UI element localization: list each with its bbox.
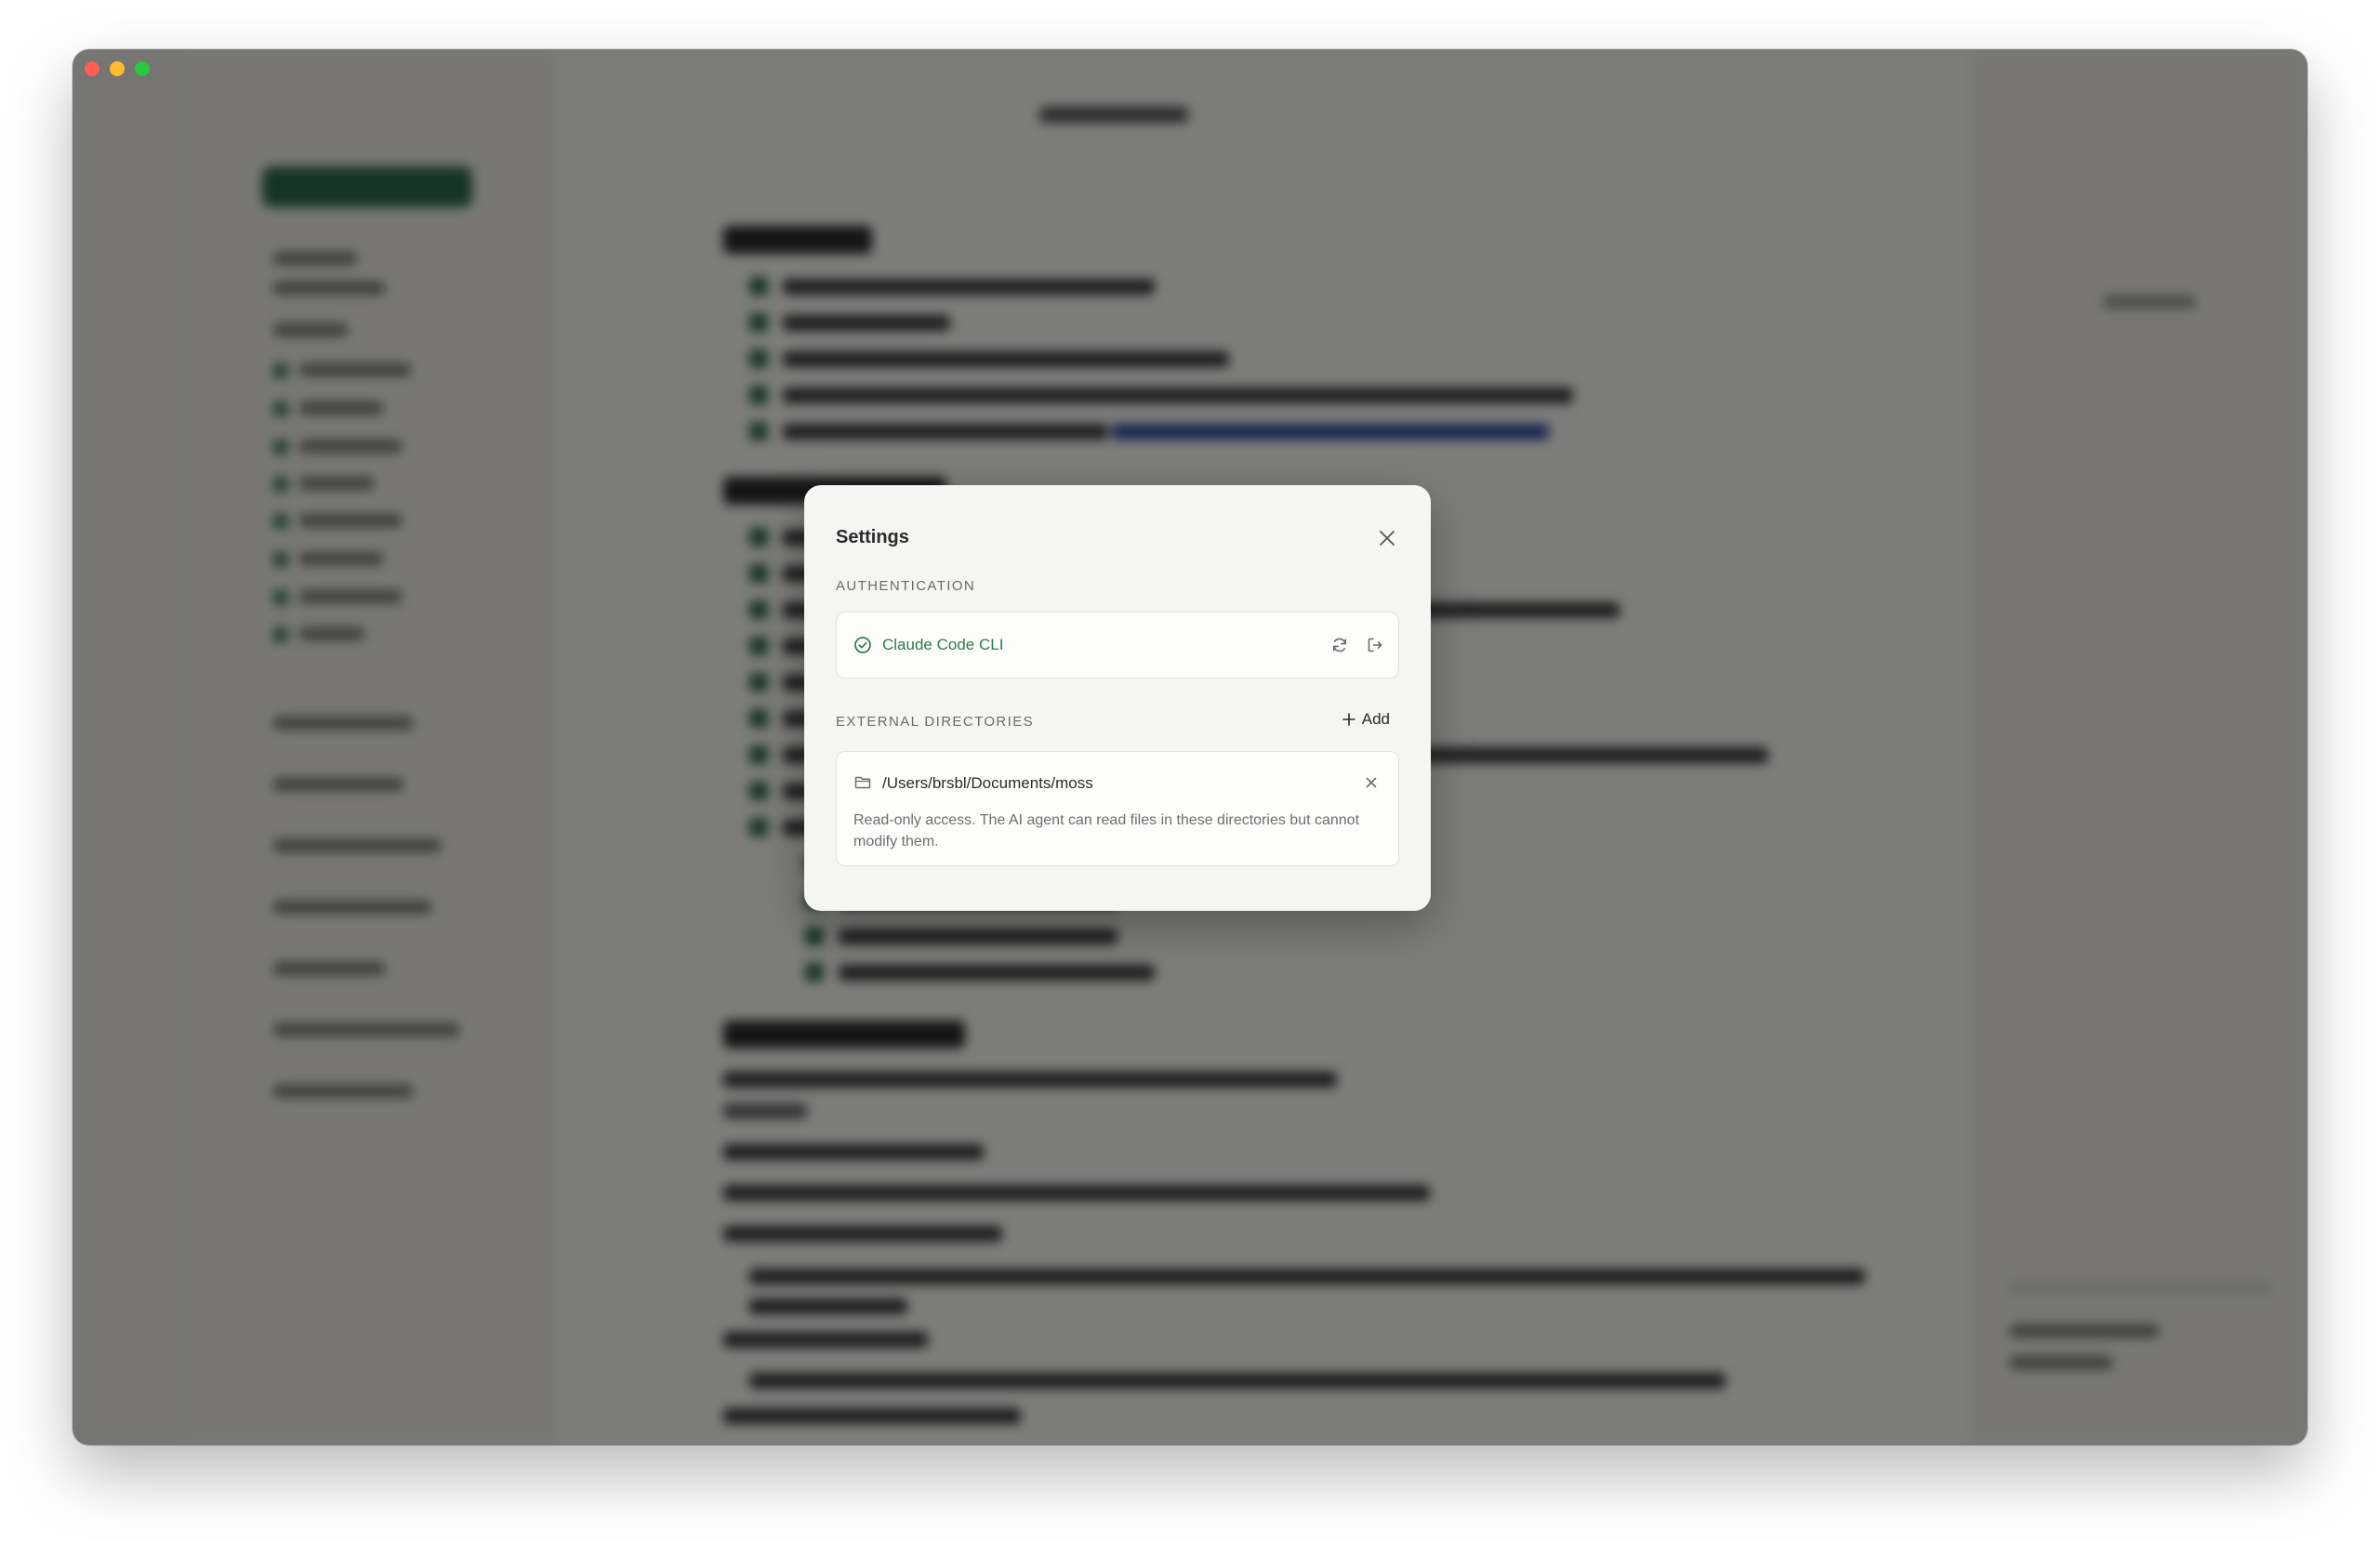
- auth-provider-name: Claude Code CLI: [882, 636, 1004, 653]
- directory-path: /Users/brsbl/Documents/moss: [882, 774, 1093, 792]
- add-directory-label: Add: [1361, 710, 1390, 728]
- directory-access-note: Read-only access. The AI agent can read …: [853, 812, 1360, 850]
- auth-provider-card: Claude Code CLI: [836, 612, 1399, 678]
- logout-button[interactable]: [1363, 633, 1387, 657]
- folder-icon: [854, 776, 871, 789]
- refresh-icon: [1333, 638, 1346, 652]
- authentication-section-label: AUTHENTICATION: [836, 578, 976, 594]
- settings-dialog: Settings AUTHENTICATION Claude Code CLI: [804, 485, 1431, 911]
- close-icon: [1380, 531, 1395, 546]
- refresh-auth-button[interactable]: [1328, 633, 1352, 657]
- directory-list-item: /Users/brsbl/Documents/moss Read-only ac…: [836, 751, 1399, 866]
- check-circle-icon: [854, 637, 871, 653]
- window-minimize-button[interactable]: [110, 61, 125, 76]
- add-directory-button[interactable]: Add: [1342, 706, 1390, 732]
- logout-icon: [1368, 638, 1382, 652]
- remove-directory-button[interactable]: [1359, 770, 1383, 795]
- window-close-button[interactable]: [85, 61, 99, 76]
- close-dialog-button[interactable]: [1375, 526, 1399, 550]
- external-directories-section-label: EXTERNAL DIRECTORIES: [836, 714, 1035, 730]
- plus-icon: [1342, 713, 1355, 726]
- close-icon: [1366, 777, 1377, 788]
- window-zoom-button[interactable]: [135, 61, 150, 76]
- dialog-title: Settings: [836, 527, 909, 547]
